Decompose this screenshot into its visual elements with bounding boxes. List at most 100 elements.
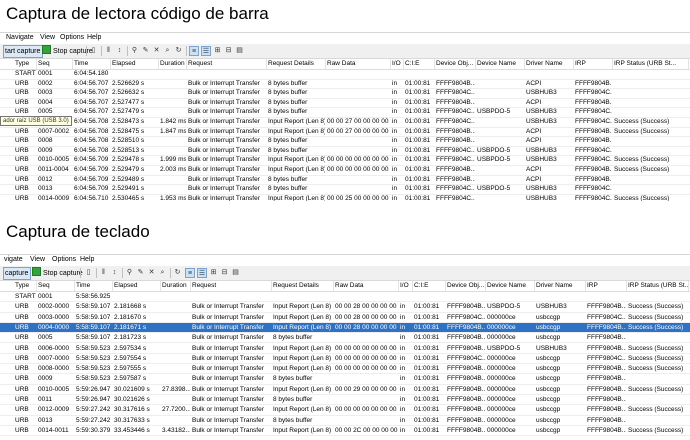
scroll-icon[interactable]: ↕ bbox=[115, 46, 124, 55]
refresh-icon[interactable]: ↻ bbox=[174, 46, 183, 55]
view-tree-icon[interactable]: ⊞ bbox=[213, 46, 222, 55]
view-tree-icon[interactable]: ⊞ bbox=[209, 268, 218, 277]
column-header[interactable]: Type bbox=[15, 281, 37, 291]
view-details-icon[interactable]: ☰ bbox=[201, 46, 211, 56]
table-row[interactable]: URB 0005 6:04:56.707 2.527479 s Bulk or Inte… bbox=[0, 108, 690, 118]
table-row[interactable]: URB 0004-0000 5:58:59.107 2.181671 s Bulk or… bbox=[0, 322, 690, 334]
view-split-icon[interactable]: ⊟ bbox=[220, 268, 229, 277]
table-row[interactable]: URB 0010-0005 6:04:56.709 2.529478 s 1.999 m… bbox=[0, 156, 690, 166]
column-header[interactable]: Device Name bbox=[487, 281, 535, 291]
column-header[interactable]: Duration bbox=[160, 59, 187, 69]
menu-navigate[interactable]: Navigate bbox=[6, 34, 34, 41]
column-header[interactable]: IRP bbox=[587, 281, 627, 291]
column-header[interactable]: Time bbox=[74, 59, 111, 69]
table-row[interactable]: URB 0008 6:04:56.708 2.528510 s Bulk or Inte… bbox=[0, 137, 690, 147]
table-row[interactable]: URB 0009 5:58:59.523 2.597587 s Bulk or Inte… bbox=[0, 374, 690, 385]
table-row[interactable]: START 0001 6:04:54.180 bbox=[0, 70, 690, 80]
table-row[interactable]: URB 0010-0005 5:59:26.947 30.021609 s 27.839… bbox=[0, 385, 690, 395]
table-row[interactable]: URB 0012-0009 5:59:27.242 30.317616 s 27.720… bbox=[0, 405, 690, 416]
column-header[interactable]: I/O bbox=[392, 59, 404, 69]
table-row[interactable]: URB 0014-0011 5:59:30.379 33.453446 s 3.4318… bbox=[0, 426, 690, 437]
table-cell: 00 00 29 00 00 00 00 00 bbox=[335, 385, 398, 393]
view-bytes-icon[interactable]: ▤ bbox=[235, 46, 244, 55]
column-header[interactable]: Type bbox=[15, 59, 37, 69]
menu-navigate[interactable]: vigate bbox=[4, 256, 23, 263]
column-header[interactable]: Request bbox=[188, 59, 267, 69]
table-row[interactable]: URB 0011 5:59:26.947 30.021626 s Bulk or Int… bbox=[0, 395, 690, 406]
column-header[interactable]: Request Details bbox=[273, 281, 334, 291]
table-row[interactable]: URB 0003 6:04:56.707 2.526632 s Bulk or Inte… bbox=[0, 89, 690, 99]
table-row[interactable]: URB 0002-0000 5:58:59.107 2.181668 s Bulk or… bbox=[0, 302, 690, 313]
start-capture-button[interactable]: capture bbox=[3, 267, 32, 280]
column-header[interactable]: Elapsed bbox=[112, 59, 159, 69]
column-header[interactable]: Duration bbox=[162, 281, 191, 291]
find-icon[interactable]: ⌕ bbox=[158, 268, 167, 277]
filter-clear-icon[interactable]: ✕ bbox=[152, 46, 161, 55]
column-header[interactable]: Raw Data bbox=[327, 59, 391, 69]
column-header[interactable]: Device Obj... bbox=[436, 59, 476, 69]
menu-options[interactable]: Options bbox=[52, 256, 76, 263]
column-header[interactable]: C:I:E bbox=[414, 281, 446, 291]
column-header[interactable]: Raw Data bbox=[335, 281, 399, 291]
column-header[interactable]: I/O bbox=[400, 281, 413, 291]
table-row[interactable]: URB 0012 6:04:56.709 2.529489 s Bulk or Inte… bbox=[0, 176, 690, 186]
filter-icon[interactable]: ⚲ bbox=[130, 46, 139, 55]
column-header[interactable]: IRP bbox=[575, 59, 613, 69]
column-header[interactable]: Time bbox=[76, 281, 113, 291]
menu-view[interactable]: View bbox=[40, 34, 55, 41]
filter-icon[interactable]: ⚲ bbox=[125, 268, 134, 277]
start-capture-button[interactable]: tart capture bbox=[3, 45, 44, 58]
column-header[interactable]: Device Name bbox=[477, 59, 525, 69]
table-row[interactable]: URB 0007-0002 6:04:56.708 2.528475 s 1.847 m… bbox=[0, 128, 690, 138]
table-cell: FFFF9804C... bbox=[436, 118, 475, 125]
pause-icon[interactable]: ‖ bbox=[99, 268, 108, 277]
table-row[interactable]: URB 0002 6:04:56.707 2.526629 s Bulk or Inte… bbox=[0, 80, 690, 90]
menu-options[interactable]: Options bbox=[60, 34, 84, 41]
column-header[interactable]: Request Details bbox=[268, 59, 326, 69]
column-header[interactable]: IRP Status (URB St... bbox=[614, 59, 689, 69]
column-header[interactable]: Driver Name bbox=[536, 281, 586, 291]
view-list-icon[interactable]: ≡ bbox=[185, 268, 195, 278]
column-header[interactable]: Driver Name bbox=[526, 59, 574, 69]
table-row[interactable]: URB 0013 5:59:27.242 30.317633 s Bulk or Int… bbox=[0, 416, 690, 426]
document-icon[interactable]: ▯ bbox=[84, 268, 93, 277]
column-header[interactable]: Seq bbox=[38, 281, 75, 291]
table-row[interactable]: URB 0014-0009 6:04:56.710 2.530465 s 1.953 m… bbox=[0, 195, 690, 201]
table-row[interactable]: START 0001 5:58:56.925 bbox=[0, 292, 690, 303]
column-header[interactable]: Seq bbox=[38, 59, 73, 69]
stop-capture-button[interactable]: Stop capture bbox=[32, 267, 83, 278]
table-row[interactable]: URB 0013 6:04:56.709 2.529491 s Bulk or Inte… bbox=[0, 185, 690, 195]
column-header[interactable]: Device Obj... bbox=[447, 281, 486, 291]
menu-help[interactable]: Help bbox=[87, 34, 101, 41]
filter-edit-icon[interactable]: ✎ bbox=[136, 268, 145, 277]
pause-icon[interactable]: ‖ bbox=[104, 46, 113, 55]
table-row[interactable]: URB0006-00036:04:56.7082.528473 s1.842 m… bbox=[0, 118, 690, 128]
view-list-icon[interactable]: ≡ bbox=[189, 46, 199, 56]
table-row[interactable]: URB 0009 6:04:56.708 2.528513 s Bulk or Inte… bbox=[0, 147, 690, 157]
find-icon[interactable]: ⌕ bbox=[163, 46, 172, 55]
table-row[interactable]: URB 0003-0000 5:58:59.107 2.181670 s Bulk or… bbox=[0, 313, 690, 323]
menu-view[interactable]: View bbox=[30, 256, 45, 263]
filter-edit-icon[interactable]: ✎ bbox=[141, 46, 150, 55]
column-header[interactable]: C:I:E bbox=[405, 59, 435, 69]
scroll-icon[interactable]: ↕ bbox=[110, 268, 119, 277]
view-details-icon[interactable]: ☰ bbox=[197, 268, 207, 278]
refresh-icon[interactable]: ↻ bbox=[173, 268, 182, 277]
table-row[interactable]: URB 0005 5:58:59.107 2.181723 s Bulk or Inte… bbox=[0, 333, 690, 344]
table-row[interactable]: URB 0008-0000 5:58:59.523 2.597555 s Bulk or… bbox=[0, 364, 690, 375]
table-cell: 5:58:59.523 bbox=[76, 354, 111, 362]
document-icon[interactable]: ▯ bbox=[89, 46, 98, 55]
menu-help[interactable]: Help bbox=[80, 256, 94, 263]
table-row[interactable]: URB 0007-0000 5:58:59.523 2.597554 s Bulk or… bbox=[0, 354, 690, 365]
table-row[interactable]: URB 0011-0004 6:04:56.709 2.529479 s 2.003 m… bbox=[0, 166, 690, 176]
column-header[interactable]: IRP Status (URB St... bbox=[628, 281, 689, 291]
view-split-icon[interactable]: ⊟ bbox=[224, 46, 233, 55]
table-row[interactable]: URB 0004 6:04:56.707 2.527477 s Bulk or Inte… bbox=[0, 99, 690, 109]
table-row[interactable]: URB 0006-0000 5:58:59.523 2.597534 s Bulk or… bbox=[0, 344, 690, 354]
table-cell: 0004 bbox=[38, 98, 53, 106]
table-cell: 0012-0009 bbox=[38, 406, 70, 414]
column-header[interactable]: Elapsed bbox=[114, 281, 161, 291]
column-header[interactable]: Request bbox=[192, 281, 272, 291]
filter-clear-icon[interactable]: ✕ bbox=[147, 268, 156, 277]
view-bytes-icon[interactable]: ▤ bbox=[231, 268, 240, 277]
